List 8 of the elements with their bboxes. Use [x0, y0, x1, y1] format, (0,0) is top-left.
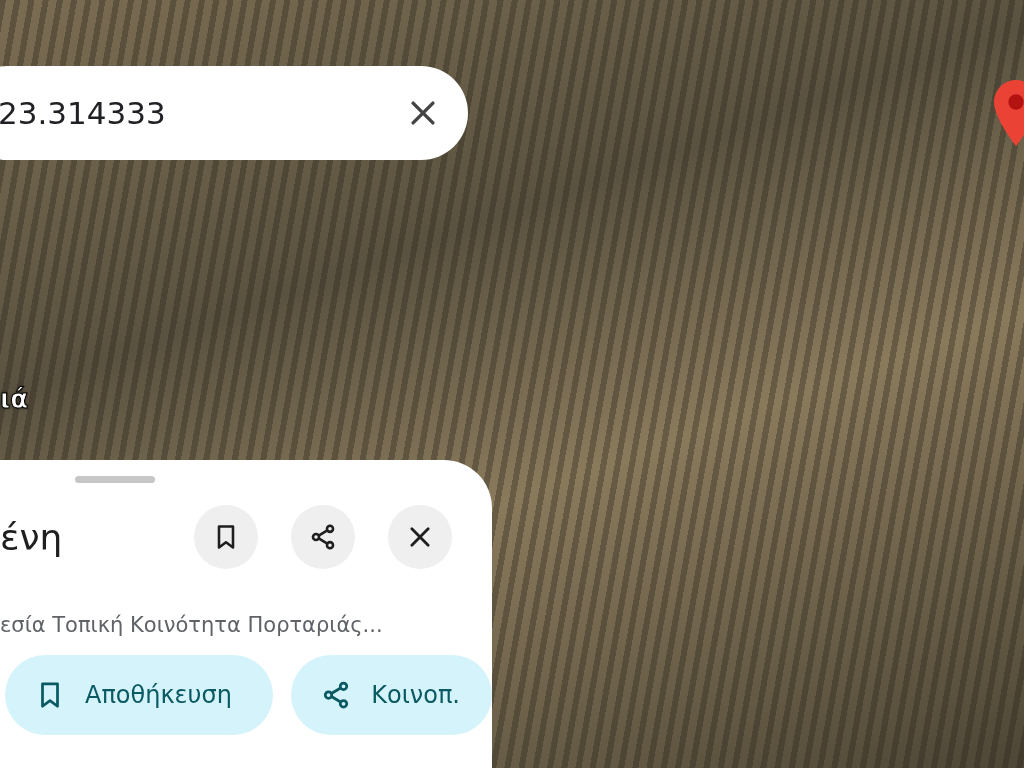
drag-handle[interactable]: [75, 476, 155, 483]
share-button[interactable]: Κοινοπ.: [291, 655, 492, 735]
place-title: ένη: [0, 516, 63, 558]
share-icon: [309, 523, 337, 551]
search-field[interactable]: 23.314333: [0, 66, 468, 160]
place-label: ιά: [0, 384, 28, 414]
place-address: εσία Τοπική Κοινότητα Πορταριάς...: [0, 613, 384, 637]
save-button[interactable]: Αποθήκευση: [5, 655, 274, 735]
